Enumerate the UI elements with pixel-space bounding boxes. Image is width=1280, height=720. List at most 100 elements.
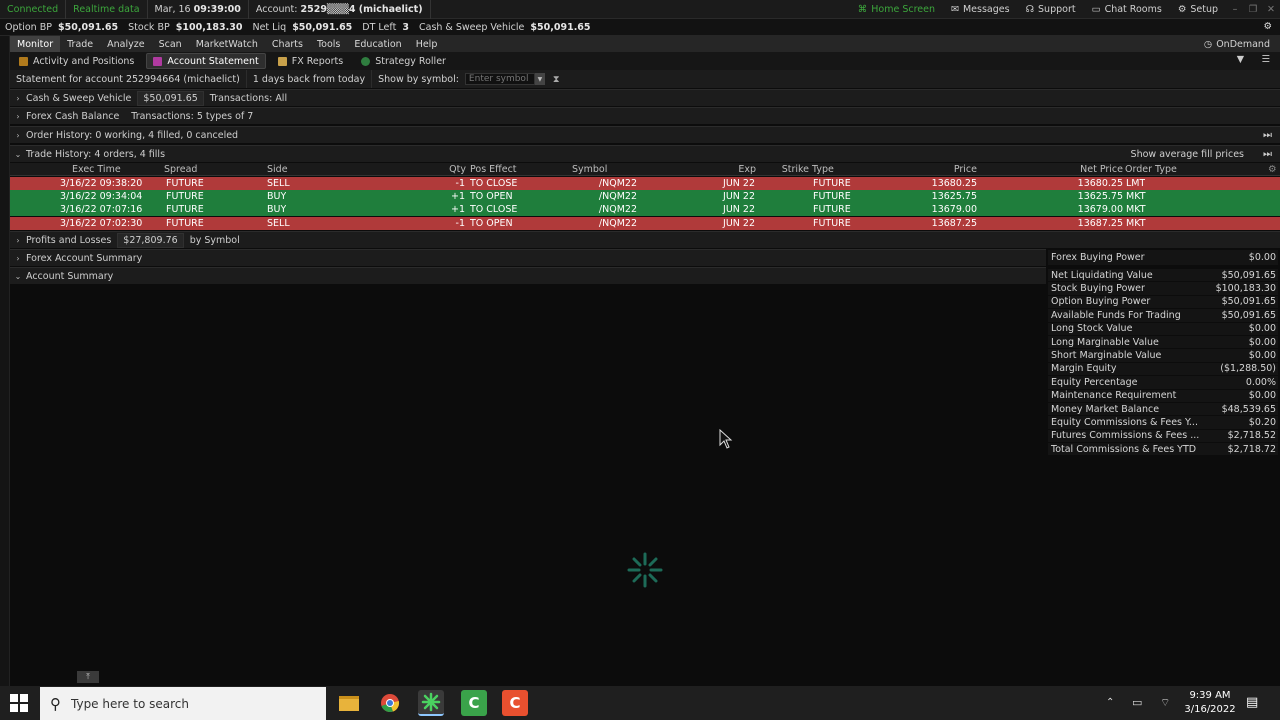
transactions-filter[interactable]: Transactions: All [210, 93, 293, 104]
forex-summary-section[interactable]: › Forex Account Summary [10, 249, 1046, 266]
tab-analyze[interactable]: Analyze [100, 36, 151, 52]
section-value: $27,809.76 [117, 232, 184, 248]
table-row[interactable]: 3/16/22 09:38:20 FUTURE SELL -1 TO CLOSE… [10, 177, 1280, 190]
col-price[interactable]: Price [910, 163, 977, 176]
expand-panel-icon[interactable]: ⏭ [1263, 130, 1272, 141]
tab-help[interactable]: Help [409, 36, 445, 52]
transactions-filter[interactable]: Transactions: 5 types of 7 [131, 111, 259, 122]
subtab-account-statement[interactable]: Account Statement [146, 53, 266, 69]
col-net-price[interactable]: Net Price [1050, 163, 1123, 176]
thinkorswim-icon[interactable] [418, 690, 444, 716]
col-symbol[interactable]: Symbol [572, 163, 607, 176]
tray-chevron-up-icon[interactable]: ⌃ [1106, 697, 1114, 708]
battery-icon[interactable]: ▭ [1132, 696, 1142, 709]
headset-icon: ☊ [1025, 4, 1035, 15]
col-spread[interactable]: Spread [164, 163, 197, 176]
tab-scan[interactable]: Scan [152, 36, 189, 52]
wifi-icon[interactable]: ⌔ [1160, 696, 1170, 710]
section-title: Forex Account Summary [26, 252, 143, 264]
tab-monitor[interactable]: Monitor [10, 36, 61, 52]
chat-rooms-button[interactable]: ▭ Chat Rooms [1084, 0, 1170, 19]
tab-tools[interactable]: Tools [310, 36, 347, 52]
left-dock-strip[interactable] [0, 36, 10, 686]
pnl-section[interactable]: › Profits and Losses $27,809.76 by Symbo… [10, 231, 1280, 248]
taskbar-search-box[interactable]: ⚲ Type here to search [40, 687, 326, 720]
order-history-section[interactable]: › Order History: 0 working, 4 filled, 0 … [10, 126, 1280, 143]
windows-start-icon[interactable] [9, 693, 31, 715]
filter-icon[interactable]: ⧗ [553, 74, 560, 85]
cell-symbol: /NQM22 [598, 218, 637, 229]
tab-trade[interactable]: Trade [60, 36, 100, 52]
summary-row: Net Liquidating Value $50,091.65 [1048, 269, 1278, 283]
summary-row: Equity Percentage 0.00% [1048, 376, 1278, 390]
summary-row: Money Market Balance $48,539.65 [1048, 402, 1278, 417]
chevron-down-icon[interactable]: ⌄ [10, 272, 26, 281]
minimize-icon[interactable]: – [1226, 4, 1244, 15]
show-avg-fill-button[interactable]: Show average fill prices [1131, 149, 1244, 160]
symbol-dropdown-icon[interactable]: ▼ [534, 73, 545, 85]
settings-gear-icon[interactable]: ⚙ [1263, 21, 1272, 32]
statement-controls: Statement for account 252994664 (michael… [10, 70, 1280, 88]
time-label: 09:39:00 [193, 3, 241, 15]
support-button[interactable]: ☊ Support [1018, 0, 1084, 19]
subtab-activity-positions[interactable]: Activity and Positions [13, 53, 140, 69]
table-row[interactable]: 3/16/22 07:07:16 FUTURE BUY +1 TO CLOSE … [10, 203, 1280, 216]
messages-button[interactable]: ✉ Messages [943, 0, 1018, 19]
cell-price: 13679.00 [931, 204, 977, 215]
chat-icon: ▭ [1091, 4, 1101, 15]
forex-cash-section[interactable]: › Forex Cash Balance Transactions: 5 typ… [10, 107, 1280, 124]
show-by-symbol-label: Show by symbol: [378, 73, 459, 85]
chevron-right-icon[interactable]: › [10, 236, 26, 245]
col-pos-effect[interactable]: Pos Effect [470, 163, 517, 176]
setup-button[interactable]: ⚙ Setup [1170, 0, 1226, 19]
camtasia-recorder-icon[interactable]: C [502, 690, 528, 716]
cash-sweep-section[interactable]: › Cash & Sweep Vehicle $50,091.65 Transa… [10, 89, 1280, 106]
col-side[interactable]: Side [267, 163, 288, 176]
chevron-right-icon[interactable]: › [10, 94, 26, 103]
folder-icon [19, 56, 28, 66]
account-selector[interactable]: Account: 2529▒▒▒4 (michaelict) [249, 0, 431, 19]
collapse-handle-icon[interactable]: ⤒ [77, 671, 99, 683]
account-summary-section[interactable]: ⌄ Account Summary [10, 267, 1046, 284]
cell-type: FUTURE [813, 178, 851, 189]
col-strike[interactable]: Strike [765, 163, 809, 176]
camtasia-green-icon[interactable]: C [461, 690, 487, 716]
clock-rewind-icon: ◷ [1203, 38, 1213, 50]
cell-exec-time: 3/16/22 09:34:04 [60, 191, 143, 202]
menu-lines-icon[interactable]: ☰ [1261, 54, 1270, 65]
chevron-right-icon[interactable]: › [10, 131, 26, 140]
subtab-fx-reports[interactable]: FX Reports [272, 53, 349, 69]
col-type[interactable]: Type [812, 163, 834, 176]
close-icon[interactable]: ✕ [1262, 4, 1280, 15]
tab-marketwatch[interactable]: MarketWatch [189, 36, 265, 52]
tab-charts[interactable]: Charts [265, 36, 310, 52]
chevron-right-icon[interactable]: › [10, 254, 26, 263]
column-settings-icon[interactable]: ⚙ [1268, 163, 1277, 176]
tab-education[interactable]: Education [347, 36, 408, 52]
col-order-type[interactable]: Order Type [1125, 163, 1177, 176]
pnl-group-by[interactable]: by Symbol [190, 235, 246, 246]
col-exec-time[interactable]: Exec Time [72, 163, 121, 176]
days-back-selector[interactable]: 1 days back from today [247, 70, 373, 88]
gear-icon: ⚙ [1177, 4, 1187, 15]
notification-icon[interactable]: ▤ [1246, 695, 1258, 710]
col-exp[interactable]: Exp [710, 163, 756, 176]
table-row[interactable]: 3/16/22 07:02:30 FUTURE SELL -1 TO OPEN … [10, 217, 1280, 230]
dt-left: DT Left 3 [362, 21, 409, 33]
layout-dropdown-icon[interactable]: ▼ [1237, 54, 1244, 65]
ondemand-button[interactable]: ◷ OnDemand [1204, 36, 1270, 52]
file-explorer-icon[interactable] [336, 690, 362, 716]
expand-panel-icon[interactable]: ⏭ [1263, 149, 1272, 160]
trade-history-section[interactable]: ⌄ Trade History: 4 orders, 4 fills Show … [10, 145, 1280, 162]
symbol-input[interactable] [464, 73, 535, 85]
chrome-icon[interactable] [377, 690, 403, 716]
home-screen-button[interactable]: ⌘ Home Screen [850, 0, 943, 19]
col-qty[interactable]: Qty [430, 163, 466, 176]
restore-icon[interactable]: ❐ [1244, 4, 1262, 15]
chevron-right-icon[interactable]: › [10, 112, 26, 121]
taskbar-clock[interactable]: 9:39 AM 3/16/2022 [1180, 689, 1240, 717]
subtab-strategy-roller[interactable]: Strategy Roller [355, 53, 452, 69]
cell-pos-effect: TO CLOSE [470, 204, 518, 215]
chevron-down-icon[interactable]: ⌄ [10, 150, 26, 159]
table-row[interactable]: 3/16/22 09:34:04 FUTURE BUY +1 TO OPEN /… [10, 190, 1280, 203]
